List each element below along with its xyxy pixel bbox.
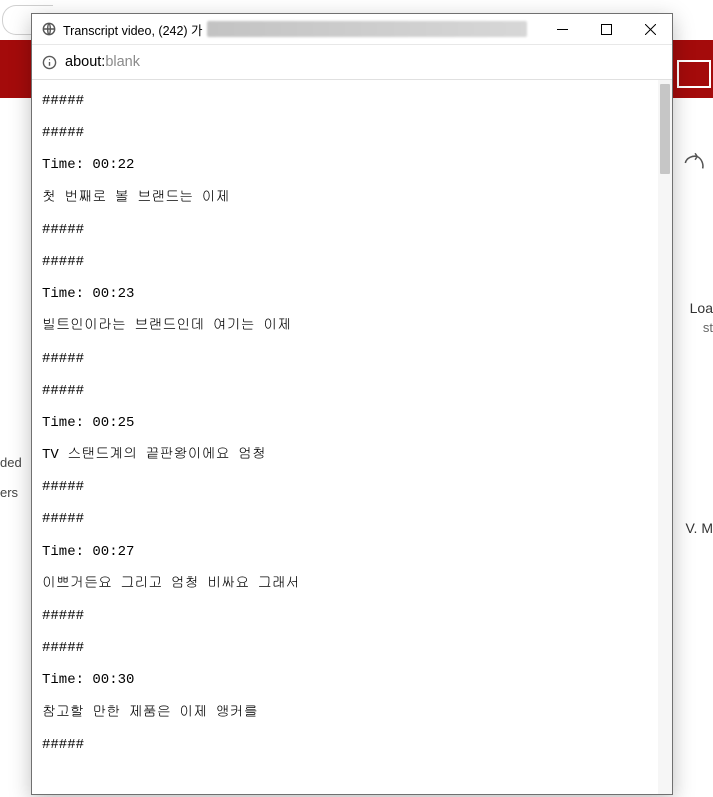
maximize-button[interactable]	[584, 14, 628, 44]
title-bar[interactable]: Transcript video, (242) 가	[32, 14, 672, 45]
minimize-button[interactable]	[540, 14, 584, 44]
transcript-block: ##### Time: 00:25 TV 스탠드계의 끝판왕이에요 엄청 #####	[42, 382, 650, 497]
transcript-text: 빌트인이라는 브랜드인데 여기는 이제	[42, 317, 650, 335]
transcript-content[interactable]: ##########Time: 00:22첫 번째로 볼 브랜드는 이제####…	[32, 80, 658, 794]
separator: #####	[42, 607, 650, 625]
transcript-text: 참고할 만한 제품은 이제 앵커를	[42, 704, 650, 722]
time-label: Time: 00:23	[42, 285, 650, 303]
info-icon[interactable]	[42, 55, 57, 70]
popup-window: Transcript video, (242) 가 about:blank ##…	[31, 13, 673, 795]
title-blurred	[207, 21, 527, 37]
close-button[interactable]	[628, 14, 672, 44]
bg-text-ers: ers	[0, 485, 18, 500]
share-icon[interactable]	[681, 150, 707, 176]
separator: #####	[42, 639, 650, 657]
window-controls	[540, 14, 672, 44]
time-label: Time: 00:22	[42, 156, 650, 174]
scrollbar-thumb[interactable]	[660, 84, 670, 174]
transcript-block: ##### Time: 00:30 참고할 만한 제품은 이제 앵커를 #####	[42, 639, 650, 754]
separator: #####	[42, 382, 650, 400]
transcript-text: 첫 번째로 볼 브랜드는 이제	[42, 189, 650, 207]
transcript-block: ##### Time: 00:27 이쁘거든요 그리고 엄청 비싸요 그래서 ####…	[42, 510, 650, 625]
address-bar[interactable]: about:blank	[32, 45, 672, 80]
time-label: Time: 00:30	[42, 671, 650, 689]
url-text: about:blank	[65, 54, 140, 70]
separator: #####	[42, 510, 650, 528]
transcript-block: ##### Time: 00:23 빌트인이라는 브랜드인데 여기는 이제 #####	[42, 253, 650, 368]
separator: #####	[42, 92, 650, 110]
window-title: Transcript video, (242) 가	[63, 20, 203, 39]
url-path: blank	[105, 54, 140, 70]
separator: #####	[42, 124, 650, 142]
bg-text-st: st	[703, 320, 713, 335]
separator: #####	[42, 478, 650, 496]
time-label: Time: 00:25	[42, 414, 650, 432]
bg-text-vm: V. M	[686, 520, 713, 536]
separator: #####	[42, 736, 650, 754]
vertical-scrollbar[interactable]	[658, 80, 672, 794]
transcript-block: ##### Time: 00:22 첫 번째로 볼 브랜드는 이제 #####	[42, 124, 650, 239]
bg-theater-icon	[677, 60, 711, 88]
time-label: Time: 00:27	[42, 543, 650, 561]
client-area: ##########Time: 00:22첫 번째로 볼 브랜드는 이제####…	[32, 80, 672, 794]
globe-icon	[42, 22, 56, 36]
transcript-text: TV 스탠드계의 끝판왕이에요 엄청	[42, 446, 650, 464]
bg-text-ded: ded	[0, 455, 22, 470]
bg-text-loa: Loa	[690, 300, 713, 316]
separator: #####	[42, 253, 650, 271]
transcript-text: 이쁘거든요 그리고 엄청 비싸요 그래서	[42, 575, 650, 593]
separator: #####	[42, 221, 650, 239]
transcript-block: #####	[42, 92, 650, 110]
url-scheme: about:	[65, 54, 105, 70]
separator: #####	[42, 350, 650, 368]
